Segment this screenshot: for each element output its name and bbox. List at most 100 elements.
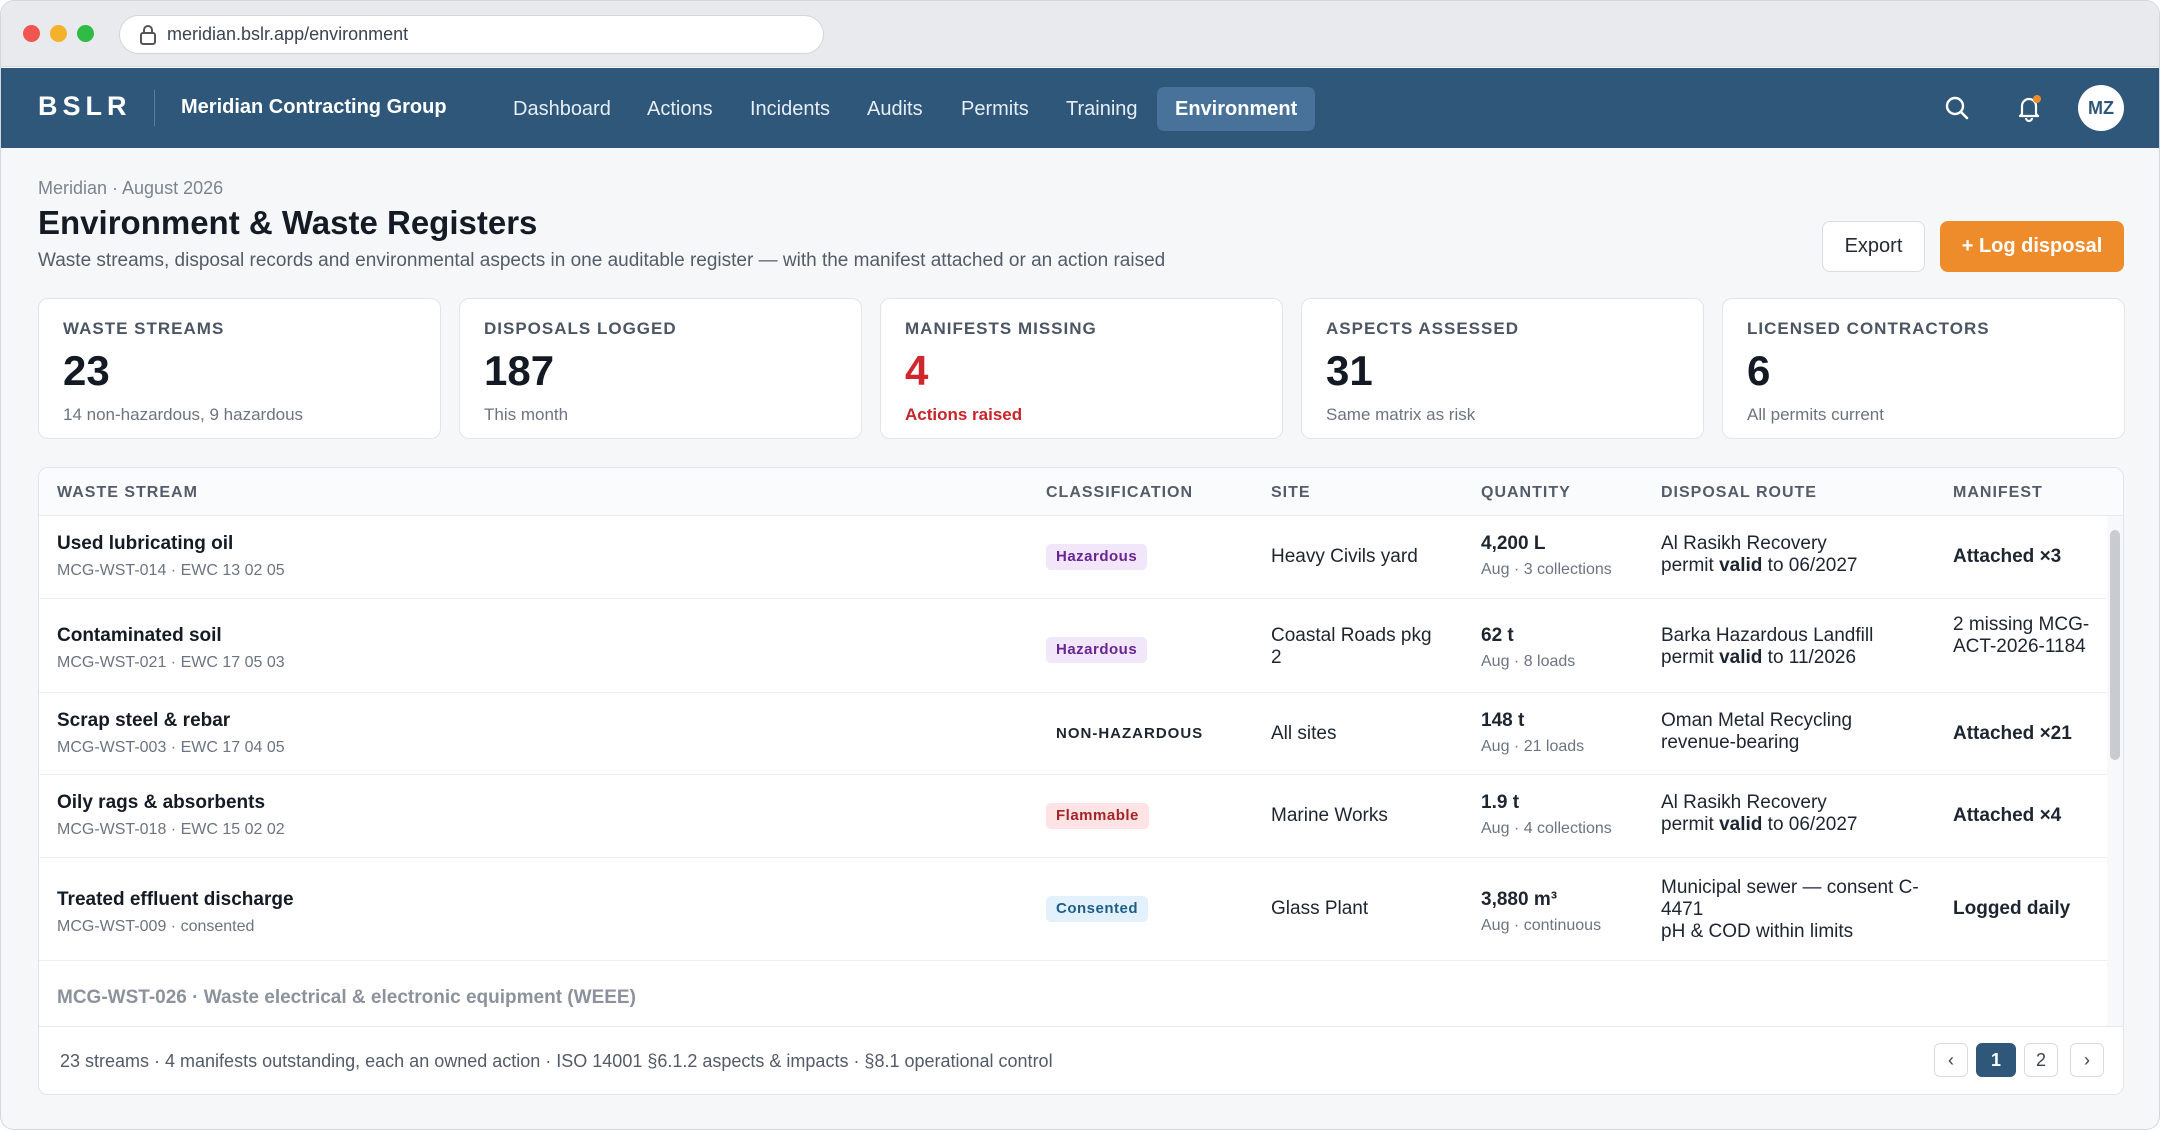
column-header-manifest[interactable]: MANIFEST (1953, 484, 2043, 502)
manifest-status[interactable]: Attached ×4 (1953, 805, 2061, 827)
address-bar[interactable]: meridian.bslr.app/environment (119, 15, 824, 54)
quantity-value: 4,200 L (1481, 533, 1546, 554)
close-window-icon[interactable] (23, 25, 40, 42)
stat-value: 23 (63, 347, 110, 394)
site-cell: All sites (1271, 723, 1337, 744)
organization-name: Meridian Contracting Group (181, 96, 447, 118)
stat-note: Same matrix as risk (1326, 405, 1476, 424)
nav-incidents[interactable]: Incidents (732, 87, 848, 131)
disposal-route: Al Rasikh Recovery (1661, 533, 1827, 554)
stat-label: ASPECTS ASSESSED (1326, 319, 1519, 338)
nav-actions[interactable]: Actions (629, 87, 731, 131)
classification-badge: Consented (1046, 896, 1149, 922)
stat-note: 14 non-hazardous, 9 hazardous (63, 405, 304, 424)
manifest-missing-action-link[interactable]: 2 missing MCG-ACT-2026-1184 (1953, 614, 2103, 658)
stream-name[interactable]: Contaminated soil (57, 625, 285, 647)
nav-dashboard[interactable]: Dashboard (495, 87, 629, 131)
app-logo[interactable]: BSLR (38, 91, 132, 122)
stat-card-aspects-assessed: ASPECTS ASSESSED 31 Same matrix as risk (1301, 298, 1704, 439)
page-1-button[interactable]: 1 (1976, 1043, 2016, 1077)
permit-status: valid (1719, 814, 1763, 835)
search-icon[interactable] (1939, 90, 1975, 126)
stat-value: 4 (905, 347, 929, 394)
permit-expiry: to 06/2027 (1762, 814, 1858, 835)
stat-label: LICENSED CONTRACTORS (1747, 319, 1990, 338)
scrollbar-thumb[interactable] (2110, 530, 2120, 760)
nav-training[interactable]: Training (1048, 87, 1156, 131)
export-button[interactable]: Export (1822, 221, 1925, 272)
route-note: pH & COD within limits (1661, 921, 1854, 942)
browser-chrome: meridian.bslr.app/environment (1, 1, 2159, 67)
manifest-status[interactable]: Logged daily (1953, 898, 2070, 920)
stream-name[interactable]: Scrap steel & rebar (57, 710, 285, 732)
table-row-partial[interactable]: MCG-WST-026 · Waste electrical & electro… (57, 987, 636, 1009)
stat-note: Actions raised (905, 405, 1023, 424)
stat-value: 31 (1326, 347, 1373, 394)
stat-value: 187 (484, 347, 555, 394)
table-footer: 23 streams · 4 manifests outstanding, ea… (39, 1026, 2123, 1094)
permit-prefix: permit (1661, 555, 1720, 576)
table-row[interactable]: Scrap steel & rebar MCG-WST-003 · EWC 17 … (39, 693, 2107, 775)
prev-page-button[interactable]: ‹ (1934, 1043, 1968, 1077)
stream-code: MCG-WST-014 · EWC 13 02 05 (57, 562, 285, 579)
stat-card-disposals-logged: DISPOSALS LOGGED 187 This month (459, 298, 862, 439)
minimize-window-icon[interactable] (50, 25, 67, 42)
quantity-value: 148 t (1481, 710, 1525, 731)
site-cell: Glass Plant (1271, 898, 1369, 919)
stat-note: All permits current (1747, 405, 1884, 424)
stream-name[interactable]: Oily rags & absorbents (57, 792, 285, 814)
table-row[interactable]: Treated effluent discharge MCG-WST-009 · … (39, 858, 2107, 961)
column-header-site[interactable]: SITE (1271, 484, 1311, 502)
stat-card-waste-streams: WASTE STREAMS 23 14 non-hazardous, 9 haz… (38, 298, 441, 439)
table-row[interactable]: Contaminated soil MCG-WST-021 · EWC 17 05… (39, 599, 2107, 693)
lock-icon (140, 25, 156, 45)
stream-name[interactable]: Treated effluent discharge (57, 889, 294, 911)
stat-note: This month (484, 405, 569, 424)
manifest-status[interactable]: Attached ×3 (1953, 546, 2061, 568)
stream-name[interactable]: Used lubricating oil (57, 533, 285, 555)
site-cell: Coastal Roads pkg 2 (1271, 625, 1432, 668)
classification-badge: Hazardous (1046, 637, 1148, 663)
disposal-route: Barka Hazardous Landfill (1661, 625, 1874, 646)
stat-label: WASTE STREAMS (63, 319, 225, 338)
table-row[interactable]: Used lubricating oil MCG-WST-014 · EWC 13… (39, 516, 2107, 599)
nav-audits[interactable]: Audits (849, 87, 941, 131)
quantity-value: 1.9 t (1481, 792, 1520, 813)
user-avatar[interactable]: MZ (2078, 85, 2124, 131)
stream-code: MCG-WST-003 · EWC 17 04 05 (57, 739, 285, 756)
log-disposal-button[interactable]: + Log disposal (1940, 221, 2124, 272)
manifest-status[interactable]: Attached ×21 (1953, 723, 2072, 745)
nav-environment[interactable]: Environment (1157, 87, 1316, 131)
permit-prefix: permit (1661, 814, 1720, 835)
url-path: /environment (304, 24, 409, 44)
table-row[interactable]: Oily rags & absorbents MCG-WST-018 · EWC … (39, 775, 2107, 858)
quantity-note: Aug · 3 collections (1481, 561, 1612, 578)
classification-badge: Hazardous (1046, 544, 1148, 570)
site-cell: Heavy Civils yard (1271, 546, 1418, 567)
breadcrumb: Meridian · August 2026 (38, 178, 224, 198)
permit-prefix: permit (1661, 647, 1720, 668)
maximize-window-icon[interactable] (77, 25, 94, 42)
column-header-disposal-route[interactable]: DISPOSAL ROUTE (1661, 484, 1817, 502)
stat-value: 6 (1747, 347, 1771, 394)
next-page-button[interactable]: › (2070, 1043, 2104, 1077)
table-summary: 23 streams · 4 manifests outstanding, ea… (60, 1051, 1053, 1071)
bell-icon[interactable] (2011, 90, 2047, 126)
page-title: Environment & Waste Registers (38, 204, 538, 241)
quantity-note: Aug · 4 collections (1481, 820, 1612, 837)
table-header: WASTE STREAM CLASSIFICATION SITE QUANTIT… (39, 468, 2123, 516)
url-host: meridian.bslr.app (167, 24, 305, 44)
site-cell: Marine Works (1271, 805, 1388, 826)
route-note: revenue-bearing (1661, 732, 1800, 753)
browser-window: meridian.bslr.app/environment BSLR Merid… (0, 0, 2160, 1130)
column-header-classification[interactable]: CLASSIFICATION (1046, 484, 1193, 502)
column-header-waste-stream[interactable]: WASTE STREAM (57, 484, 198, 502)
page-2-button[interactable]: 2 (2024, 1043, 2058, 1077)
nav-permits[interactable]: Permits (943, 87, 1047, 131)
disposal-route: Oman Metal Recycling (1661, 710, 1853, 731)
stat-card-manifests-missing: MANIFESTS MISSING 4 Actions raised (880, 298, 1283, 439)
page-subtitle: Waste streams, disposal records and envi… (38, 250, 1166, 271)
quantity-value: 3,880 m³ (1481, 889, 1558, 910)
column-header-quantity[interactable]: QUANTITY (1481, 484, 1571, 502)
stream-code: MCG-WST-018 · EWC 15 02 02 (57, 821, 285, 838)
